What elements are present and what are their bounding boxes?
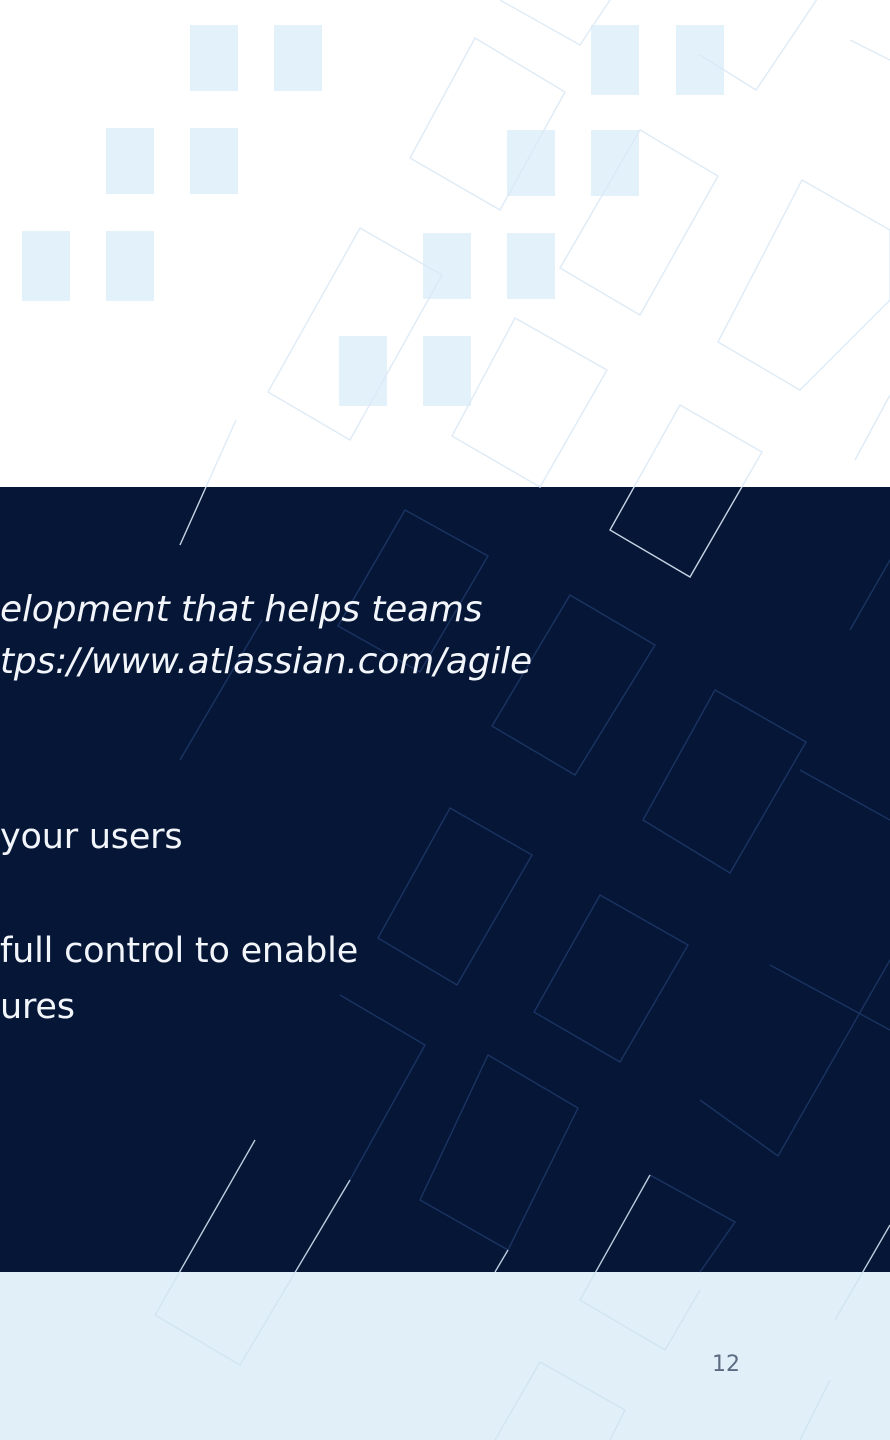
decor-square [106, 128, 154, 194]
quote-line-1: elopment that helps teams [0, 589, 483, 630]
decor-square [507, 233, 555, 299]
decor-square [339, 336, 387, 406]
decor-square [190, 128, 238, 194]
decor-square [591, 130, 639, 196]
decor-square [274, 25, 322, 91]
bullet-2-line-2: ures [0, 987, 75, 1027]
decor-square [591, 25, 639, 95]
decor-square [507, 130, 555, 196]
decor-square [423, 233, 471, 299]
decor-square [22, 231, 70, 301]
decor-square [190, 25, 238, 91]
decor-square [106, 231, 154, 301]
decor-square [676, 25, 724, 95]
footer-band [0, 1272, 890, 1440]
page-number: 12 [712, 1352, 740, 1377]
bullet-2-line-1: full control to enable [0, 931, 359, 971]
quote-link-line[interactable]: tps://www.atlassian.com/agile [0, 640, 532, 684]
bullet-1-line-1: your users [0, 817, 183, 857]
decor-square [423, 336, 471, 406]
